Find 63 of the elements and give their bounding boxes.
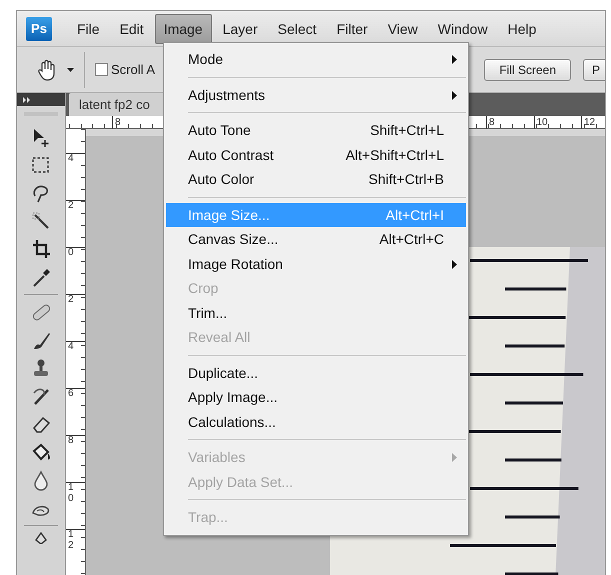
menu-option-label: Auto Color xyxy=(188,171,256,188)
app-logo[interactable]: Ps xyxy=(26,16,52,40)
crop-icon[interactable] xyxy=(30,238,52,260)
menu-option[interactable]: Trim... xyxy=(166,300,466,325)
ruler-label: 6 xyxy=(68,389,74,400)
menu-option-label: Trim... xyxy=(188,304,228,321)
ruler-label: 8 xyxy=(486,116,495,129)
menu-item[interactable]: Layer xyxy=(214,14,267,44)
menu-option[interactable]: Duplicate... xyxy=(166,360,466,385)
ruler-label: 8 xyxy=(112,116,121,129)
ruler-label: 12 xyxy=(581,116,596,129)
ruler-label: 2 xyxy=(68,295,74,306)
menu-item[interactable]: Help xyxy=(498,14,546,44)
menu-option[interactable]: Image Rotation xyxy=(166,252,466,276)
menu-option-label: Apply Image... xyxy=(188,389,278,406)
menu-option-label: Mode xyxy=(188,51,224,68)
ruler-label: 4 xyxy=(68,154,74,164)
ruler-label: 2 xyxy=(68,201,74,212)
menu-option-label: Calculations... xyxy=(188,414,277,430)
ruler-label: 0 xyxy=(68,248,74,258)
menu-option[interactable]: Auto Tone Shift+Ctrl+L xyxy=(166,118,466,142)
ruler-label: 12 xyxy=(68,530,74,551)
menu-option[interactable]: Auto Color Shift+Ctrl+B xyxy=(166,167,466,192)
menu-option-label: Image Size... xyxy=(188,206,271,223)
toolbar-button[interactable]: P xyxy=(583,58,605,80)
shortcut-label: Shift+Ctrl+B xyxy=(368,171,444,188)
menu-option-label: Duplicate... xyxy=(188,364,260,381)
menu-item[interactable]: Edit xyxy=(110,14,153,44)
ruler-label: 10 xyxy=(68,483,74,504)
shortcut-label: Shift+Ctrl+L xyxy=(370,122,444,138)
expand-icon[interactable] xyxy=(23,96,31,102)
menu-item[interactable]: File xyxy=(68,14,109,44)
menu-item[interactable]: Window xyxy=(428,14,497,44)
shortcut-label: Alt+Ctrl+C xyxy=(379,231,444,248)
shortcut-label: Alt+Shift+Ctrl+L xyxy=(346,146,444,163)
menu-option-label: Crop xyxy=(188,280,220,296)
menu-option-label: Reveal All xyxy=(188,329,252,346)
menu-option-label: Apply Data Set... xyxy=(188,474,294,490)
checkbox[interactable] xyxy=(95,63,108,76)
menu-item[interactable]: Image xyxy=(154,14,212,44)
menu-item[interactable]: Select xyxy=(268,14,326,44)
toolbar-button[interactable]: Fill Screen xyxy=(484,58,571,80)
menu-option[interactable]: Canvas Size... Alt+Ctrl+C xyxy=(166,227,466,252)
bucket-icon[interactable] xyxy=(30,441,52,463)
checkbox-label: Scroll A xyxy=(111,62,156,77)
menu-option-label: Adjustments xyxy=(188,86,266,103)
ruler-label: 4 xyxy=(68,342,74,352)
menu-option-label: Variables xyxy=(188,449,246,466)
menu-option[interactable]: Mode xyxy=(166,47,466,72)
menu-option-label: Trap... xyxy=(188,509,229,526)
menu-option-label: Auto Tone xyxy=(188,122,252,138)
menu-option-label: Image Rotation xyxy=(188,256,284,272)
menu-option-label: Auto Contrast xyxy=(188,146,275,163)
ruler-label: 10 xyxy=(534,116,548,129)
menu-item[interactable]: View xyxy=(378,14,427,44)
menu-option-label: Canvas Size... xyxy=(188,231,280,248)
menu-item[interactable]: Filter xyxy=(328,14,377,44)
menu-option[interactable]: Apply Image... xyxy=(166,385,466,410)
caret-icon[interactable] xyxy=(67,68,74,72)
ruler-label: 8 xyxy=(68,436,74,446)
menu-option[interactable]: Auto Contrast Alt+Shift+Ctrl+L xyxy=(166,142,466,167)
menu-option[interactable]: Calculations... xyxy=(166,410,466,434)
shortcut-label: Alt+Ctrl+I xyxy=(386,206,444,223)
